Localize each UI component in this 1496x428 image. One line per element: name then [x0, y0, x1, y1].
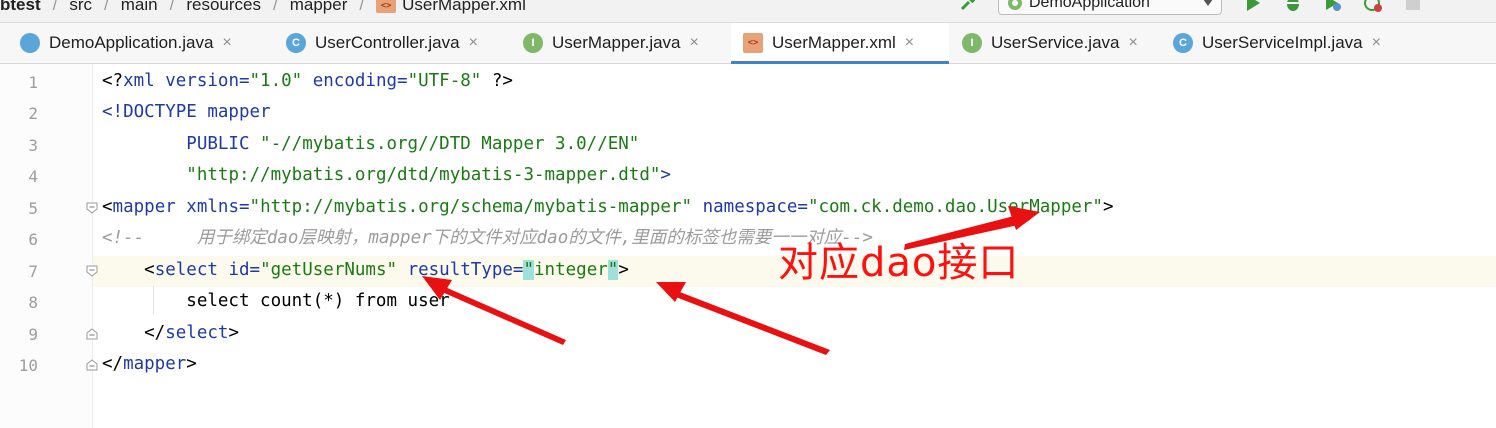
code-line-10: </mapper>: [102, 354, 197, 374]
breadcrumb-separator: /: [169, 0, 175, 14]
run-toolbar: DemoApplication: [960, 0, 1422, 15]
line-number: 5: [28, 199, 38, 218]
tab-label: UserController.java: [315, 33, 460, 52]
run-configuration-select[interactable]: DemoApplication: [998, 0, 1222, 15]
fold-marker-icon[interactable]: [86, 265, 98, 277]
coverage-icon[interactable]: [1324, 0, 1342, 12]
tab-label: UserMapper.java: [552, 33, 681, 52]
close-icon[interactable]: ×: [1129, 34, 1138, 52]
breadcrumb-item-resources[interactable]: resources: [180, 0, 267, 15]
tab-usermapper-xml[interactable]: <> UserMapper.xml ×: [731, 23, 949, 64]
line-number: 3: [28, 136, 38, 155]
run-icon[interactable]: [1244, 0, 1262, 12]
close-icon[interactable]: ×: [469, 34, 478, 52]
code-editor[interactable]: 1 2 3 4 5 6 7 8 9 10 <?xml version="1.0"…: [0, 64, 1496, 428]
class-icon: C: [286, 33, 306, 53]
stop-icon[interactable]: [1404, 0, 1422, 12]
line-number: 8: [28, 293, 38, 312]
breadcrumb-item-src[interactable]: src: [63, 0, 98, 15]
tab-label: UserMapper.xml: [772, 33, 896, 52]
code-line-5: <mapper xmlns="http://mybatis.org/schema…: [102, 197, 1114, 217]
breadcrumb-item-mapper[interactable]: mapper: [284, 0, 354, 15]
line-number: 9: [28, 325, 38, 344]
tab-label: DemoApplication.java: [49, 33, 214, 52]
code-line-3: PUBLIC "-//mybatis.org//DTD Mapper 3.0//…: [102, 134, 640, 154]
line-number: 10: [18, 356, 38, 375]
breadcrumb-item-file[interactable]: <> UserMapper.xml: [370, 0, 532, 15]
breadcrumb-separator: /: [273, 0, 278, 14]
run-config-icon: [1008, 0, 1022, 10]
tab-label: UserService.java: [991, 33, 1120, 52]
xml-file-icon: <>: [376, 0, 397, 13]
tab-usermapper-java[interactable]: I UserMapper.java ×: [523, 23, 729, 63]
tab-userserviceimpl[interactable]: C UserServiceImpl.java ×: [1173, 23, 1413, 63]
fold-end-marker-icon[interactable]: [86, 359, 98, 371]
close-icon[interactable]: ×: [905, 34, 914, 52]
breadcrumb-item-project[interactable]: btest: [0, 0, 47, 15]
spring-app-icon: [20, 33, 40, 53]
line-number: 6: [28, 230, 38, 249]
debug-icon[interactable]: [1284, 0, 1302, 12]
close-icon[interactable]: ×: [222, 34, 231, 52]
code-line-9: </select>: [102, 323, 239, 343]
interface-icon: I: [962, 33, 982, 53]
breadcrumb-separator: /: [359, 0, 365, 14]
line-number: 2: [28, 104, 38, 123]
chevron-down-icon: [1203, 0, 1213, 6]
breadcrumb: btest / src / main / resources / mapper …: [0, 0, 532, 16]
editor-gutter[interactable]: 1 2 3 4 5 6 7 8 9 10: [0, 64, 93, 428]
navigation-bar: btest / src / main / resources / mapper …: [0, 0, 1496, 23]
code-line-1: <?xml version="1.0" encoding="UTF-8" ?>: [102, 71, 513, 91]
breadcrumb-separator: /: [104, 0, 109, 14]
tab-usercontroller[interactable]: C UserController.java ×: [286, 23, 506, 63]
close-icon[interactable]: ×: [690, 34, 699, 52]
tab-label: UserServiceImpl.java: [1202, 33, 1363, 52]
code-line-6-comment: <!-- 用于绑定dao层映射，mapper下的文件对应dao的文件,里面的标签…: [102, 228, 873, 248]
line-number: 4: [28, 167, 38, 186]
code-line-2: <!DOCTYPE mapper: [102, 102, 271, 122]
line-number: 1: [28, 73, 38, 92]
annotation-label: 对应dao接口: [778, 240, 1020, 286]
tab-userservice[interactable]: I UserService.java ×: [962, 23, 1162, 63]
breadcrumb-separator: /: [52, 0, 58, 14]
code-line-7: <select id="getUserNums" resultType="int…: [102, 260, 629, 280]
profile-icon[interactable]: [1364, 0, 1382, 12]
run-configuration-label: DemoApplication: [1029, 0, 1150, 11]
fold-end-marker-icon[interactable]: [86, 328, 98, 340]
class-icon: C: [1173, 33, 1193, 53]
editor-tab-bar: DemoApplication.java × C UserController.…: [0, 23, 1496, 64]
tab-demoapplication[interactable]: DemoApplication.java ×: [20, 23, 266, 63]
breadcrumb-file-label: UserMapper.xml: [402, 0, 526, 14]
code-line-8: select count(*) from user: [102, 291, 450, 311]
xml-file-icon: <>: [743, 33, 763, 53]
code-line-4: "http://mybatis.org/dtd/mybatis-3-mapper…: [186, 165, 671, 185]
fold-marker-icon[interactable]: [86, 202, 98, 214]
build-hammer-icon[interactable]: [960, 0, 976, 11]
close-icon[interactable]: ×: [1372, 34, 1381, 52]
breadcrumb-item-main[interactable]: main: [115, 0, 164, 15]
line-number: 7: [28, 262, 38, 281]
interface-icon: I: [523, 33, 543, 53]
